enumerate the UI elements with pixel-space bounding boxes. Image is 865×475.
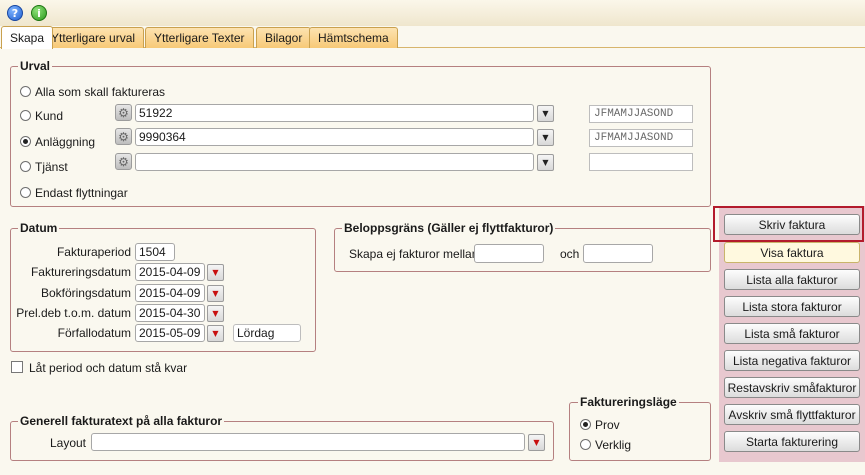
tjanst-dropdown-icon[interactable]: ▼ bbox=[537, 154, 554, 171]
radio-flyttningar-label: Endast flyttningar bbox=[35, 186, 128, 200]
faktureringsdatum-label: Faktureringsdatum bbox=[30, 265, 131, 279]
radio-alla-label: Alla som skall faktureras bbox=[35, 85, 166, 99]
forfallodatum-input[interactable]: 2015-05-09 bbox=[135, 324, 205, 342]
tab-ytterligare-urval[interactable]: Ytterligare urval bbox=[42, 27, 145, 48]
radio-verklig[interactable] bbox=[580, 439, 591, 450]
fakturaperiod-input[interactable]: 1504 bbox=[135, 243, 175, 261]
belopp-label: Skapa ej fakturor mellan bbox=[349, 247, 479, 261]
tab-ytterligare-texter[interactable]: Ytterligare Texter bbox=[145, 27, 254, 48]
anlaggning-gear-icon[interactable]: ⚙ bbox=[115, 128, 132, 145]
bokforingsdatum-label: Bokföringsdatum bbox=[40, 286, 131, 300]
belopp-from-input[interactable] bbox=[474, 244, 544, 263]
bokforingsdatum-calendar-icon[interactable]: ▼ bbox=[207, 285, 224, 302]
lage-group bbox=[569, 402, 711, 461]
tab-hamtschema[interactable]: Hämtschema bbox=[309, 27, 398, 48]
preldeb-input[interactable]: 2015-04-30 bbox=[135, 304, 205, 322]
lage-legend: Faktureringsläge bbox=[578, 395, 679, 409]
belopp-legend: Beloppsgräns (Gäller ej flyttfakturor) bbox=[342, 221, 556, 235]
tjanst-months bbox=[589, 153, 693, 171]
help-icon[interactable]: ? bbox=[7, 5, 23, 21]
radio-flyttningar[interactable] bbox=[20, 187, 31, 198]
layout-dropdown-icon[interactable]: ▼ bbox=[528, 434, 545, 451]
keep-dates-checkbox[interactable] bbox=[11, 361, 23, 373]
visa-faktura-button[interactable]: Visa faktura bbox=[724, 242, 860, 263]
anlaggning-input[interactable]: 9990364 bbox=[135, 128, 534, 146]
urval-legend: Urval bbox=[18, 59, 53, 73]
forfallodatum-calendar-icon[interactable]: ▼ bbox=[207, 325, 224, 342]
radio-prov-label: Prov bbox=[595, 418, 620, 432]
info-icon[interactable]: i bbox=[31, 5, 47, 21]
radio-prov[interactable] bbox=[580, 419, 591, 430]
bokforingsdatum-input[interactable]: 2015-04-09 bbox=[135, 284, 205, 302]
skriv-faktura-button[interactable]: Skriv faktura bbox=[724, 214, 860, 235]
avskriv-flytt-button[interactable]: Avskriv små flyttfakturor bbox=[724, 404, 860, 425]
anlaggning-dropdown-icon[interactable]: ▼ bbox=[537, 129, 554, 146]
weekday-display: Lördag bbox=[233, 324, 301, 342]
tab-bilagor[interactable]: Bilagor bbox=[256, 27, 312, 48]
faktureringsdatum-input[interactable]: 2015-04-09 bbox=[135, 263, 205, 281]
radio-alla[interactable] bbox=[20, 86, 31, 97]
kund-input[interactable]: 51922 bbox=[135, 104, 534, 122]
restavskriv-button[interactable]: Restavskriv småfakturor bbox=[724, 377, 860, 398]
radio-anlaggning-label: Anläggning bbox=[35, 135, 96, 149]
lista-negativa-button[interactable]: Lista negativa fakturor bbox=[724, 350, 860, 371]
radio-tjanst[interactable] bbox=[20, 161, 31, 172]
kund-months: JFMAMJJASOND bbox=[589, 105, 693, 123]
lista-alla-button[interactable]: Lista alla fakturor bbox=[724, 269, 860, 290]
datum-legend: Datum bbox=[18, 221, 60, 235]
preldeb-calendar-icon[interactable]: ▼ bbox=[207, 305, 224, 322]
fakturaperiod-label: Fakturaperiod bbox=[56, 245, 131, 259]
radio-tjanst-label: Tjänst bbox=[35, 160, 68, 174]
kund-dropdown-icon[interactable]: ▼ bbox=[537, 105, 554, 122]
top-toolbar bbox=[0, 0, 865, 26]
preldeb-label: Prel.deb t.o.m. datum bbox=[16, 306, 131, 320]
tab-skapa[interactable]: Skapa bbox=[1, 26, 54, 49]
anlaggning-months: JFMAMJJASOND bbox=[589, 129, 693, 147]
belopp-och-label: och bbox=[560, 247, 580, 261]
tjanst-input[interactable] bbox=[135, 153, 534, 171]
forfallodatum-label: Förfallodatum bbox=[57, 326, 131, 340]
lista-sma-button[interactable]: Lista små fakturor bbox=[724, 323, 860, 344]
radio-verklig-label: Verklig bbox=[595, 438, 632, 452]
radio-kund-label: Kund bbox=[35, 109, 64, 123]
tjanst-gear-icon[interactable]: ⚙ bbox=[115, 153, 132, 170]
radio-kund[interactable] bbox=[20, 110, 31, 121]
lista-stora-button[interactable]: Lista stora fakturor bbox=[724, 296, 860, 317]
layout-label: Layout bbox=[49, 436, 86, 450]
kund-gear-icon[interactable]: ⚙ bbox=[115, 104, 132, 121]
generell-legend: Generell fakturatext på alla fakturor bbox=[18, 414, 225, 428]
keep-dates-label: Låt period och datum stå kvar bbox=[29, 361, 188, 375]
belopp-to-input[interactable] bbox=[583, 244, 653, 263]
faktureringsdatum-calendar-icon[interactable]: ▼ bbox=[207, 264, 224, 281]
starta-fakturering-button[interactable]: Starta fakturering bbox=[724, 431, 860, 452]
layout-input[interactable] bbox=[91, 433, 525, 451]
radio-anlaggning[interactable] bbox=[20, 136, 31, 147]
